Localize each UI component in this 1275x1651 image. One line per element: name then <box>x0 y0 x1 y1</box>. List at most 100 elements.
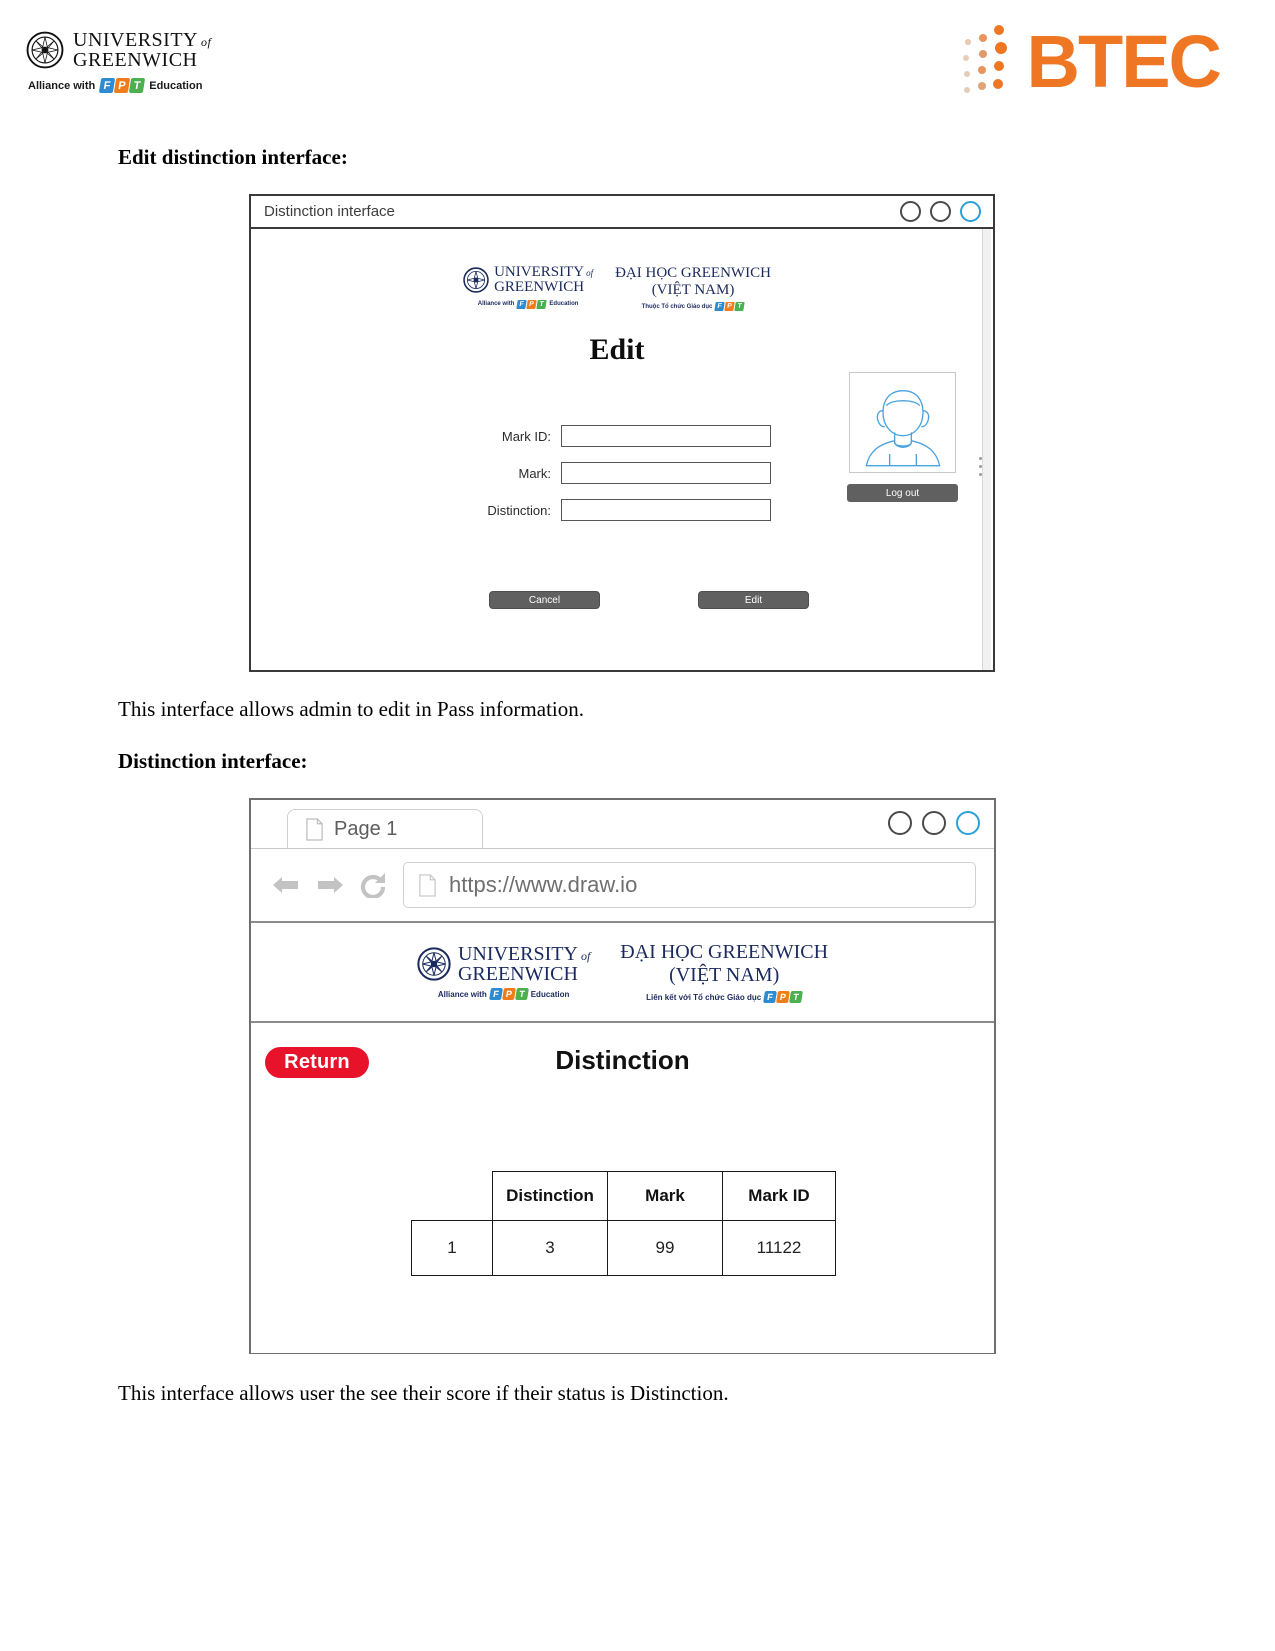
close-button[interactable] <box>960 201 981 222</box>
cancel-button[interactable]: Cancel <box>489 591 600 609</box>
mockup-window-body: UNIVERSITY of GREENWICH Alliance with F … <box>251 229 993 670</box>
page-logo-banner: UNIVERSITY of GREENWICH Alliance with F … <box>251 923 994 1023</box>
edit-form: Mark ID: Mark: Distinction: <box>455 425 771 521</box>
fpt-logo-icon: F P T <box>99 78 146 93</box>
logo-alliance-tagline: Alliance with F P T Education <box>477 299 578 309</box>
fpt-letter-p: P <box>501 988 516 1001</box>
logo-alliance-prefix: Alliance with <box>477 301 515 308</box>
page-header: UNIVERSITY of GREENWICH Alliance with F … <box>0 0 1275 130</box>
fpt-letter-t: T <box>514 988 529 1001</box>
close-button[interactable] <box>956 811 980 835</box>
form-row-mark: Mark: <box>455 462 771 484</box>
fpt-letter-t: T <box>536 299 548 309</box>
alliance-suffix: Education <box>149 79 203 92</box>
window-controls <box>900 201 981 222</box>
banner-university-word: UNIVERSITY <box>457 942 578 965</box>
logo-vn-prefix: Thuộc Tổ chức Giáo dục <box>641 303 713 310</box>
mark-id-input[interactable] <box>561 425 771 447</box>
btec-wordmark: BTEC <box>1026 20 1222 103</box>
logo-vn-line1: ĐẠI HỌC GREENWICH <box>615 265 771 281</box>
maximize-button[interactable] <box>922 811 946 835</box>
back-arrow-icon[interactable] <box>271 872 301 898</box>
resize-grip-icon[interactable] <box>979 457 982 476</box>
edit-submit-button[interactable]: Edit <box>698 591 809 609</box>
mark-input[interactable] <box>561 462 771 484</box>
mark-id-label: Mark ID: <box>501 428 551 444</box>
minimize-button[interactable] <box>888 811 912 835</box>
banner-alliance-tagline: Alliance with F P T Education <box>437 988 570 1001</box>
distinction-mockup-browser: Page 1 https://www.draw.io UNIVERSITY of… <box>249 798 996 1354</box>
distinction-section-caption: This interface allows user the see their… <box>118 1381 729 1405</box>
table-header-mark-id: Mark ID <box>722 1171 836 1221</box>
banner-vn-line1: ĐẠI HỌC GREENWICH <box>620 941 829 963</box>
distinction-table: Distinction Mark Mark ID 1 3 99 11122 <box>411 1171 836 1276</box>
cell-row-index: 1 <box>411 1220 493 1276</box>
form-row-mark-id: Mark ID: <box>455 425 771 447</box>
form-logo-banner: UNIVERSITY of GREENWICH Alliance with F … <box>251 229 983 311</box>
compass-rose-icon <box>26 31 64 69</box>
url-bar[interactable]: https://www.draw.io <box>403 862 976 908</box>
minimize-button[interactable] <box>900 201 921 222</box>
distinction-label: Distinction: <box>487 502 551 518</box>
fpt-logo-icon: F P T <box>763 991 804 1003</box>
url-text: https://www.draw.io <box>449 872 638 897</box>
alliance-tagline: Alliance with F P T Education <box>28 78 211 93</box>
logo-university-word: UNIVERSITY <box>494 264 585 280</box>
compass-rose-icon <box>417 947 451 981</box>
logo-vn-tagline: Thuộc Tổ chức Giáo dục F P T <box>641 302 746 311</box>
table-header-distinction: Distinction <box>492 1171 608 1221</box>
fpt-letter-f: F <box>763 991 778 1003</box>
fpt-letter-t: T <box>734 302 746 311</box>
logo-of-word: of <box>586 268 594 278</box>
distinction-section-heading: Distinction interface: <box>118 749 308 773</box>
user-avatar-icon <box>865 389 940 467</box>
of-word: of <box>201 35 212 49</box>
alliance-prefix: Alliance with <box>28 79 96 92</box>
university-of-greenwich-logo: UNIVERSITY of GREENWICH Alliance with F … <box>26 30 211 93</box>
logo-vn-line2: (VIỆT NAM) <box>651 281 735 298</box>
compass-rose-icon <box>463 267 489 294</box>
table-row: 1 3 99 11122 <box>411 1220 836 1276</box>
avatar <box>849 372 956 473</box>
greenwich-logo-vn: ĐẠI HỌC GREENWICH (VIỆT NAM) Thuộc Tổ ch… <box>615 265 771 311</box>
mark-label: Mark: <box>518 465 552 481</box>
browser-toolbar: https://www.draw.io <box>251 849 994 923</box>
btec-dots-icon <box>962 25 1007 93</box>
form-actions: Cancel Edit <box>489 591 809 609</box>
page-content: Return Distinction Distinction Mark Mark… <box>251 1023 994 1353</box>
fpt-letter-f: F <box>488 988 503 1001</box>
banner-alliance-prefix: Alliance with <box>437 989 487 999</box>
greenwich-word: GREENWICH <box>73 49 198 71</box>
edit-section-heading: Edit distinction interface: <box>118 145 348 169</box>
form-title: Edit <box>589 333 645 366</box>
fpt-logo-icon: F P T <box>488 988 529 1001</box>
browser-window-controls <box>888 811 980 835</box>
banner-vn-line2: (VIỆT NAM) <box>669 964 780 986</box>
fpt-letter-t: T <box>789 991 804 1003</box>
cell-mark-id: 11122 <box>722 1220 836 1276</box>
window-scrollbar[interactable] <box>982 229 991 670</box>
distinction-input[interactable] <box>561 499 771 521</box>
banner-vn-prefix: Liên kết với Tổ chức Giáo dục <box>646 992 762 1002</box>
fpt-letter-p: P <box>114 78 131 93</box>
page-title: Distinction <box>555 1045 690 1075</box>
banner-alliance-suffix: Education <box>530 989 570 999</box>
table-header-row: Distinction Mark Mark ID <box>412 1171 836 1221</box>
edit-distinction-mockup-window: Distinction interface UNIVERSITY of GREE… <box>249 194 995 672</box>
user-sidebar: Log out <box>847 372 958 502</box>
university-word: UNIVERSITY <box>73 29 198 51</box>
table-header-blank <box>412 1172 493 1221</box>
logout-button[interactable]: Log out <box>847 484 958 502</box>
page-icon <box>419 873 436 897</box>
reload-icon[interactable] <box>359 872 389 898</box>
browser-tab-page-1[interactable]: Page 1 <box>287 809 483 848</box>
mockup-window-title: Distinction interface <box>264 203 395 220</box>
fpt-logo-icon: F P T <box>516 299 548 309</box>
form-row-distinction: Distinction: <box>455 499 771 521</box>
browser-tabbar: Page 1 <box>251 800 994 849</box>
maximize-button[interactable] <box>930 201 951 222</box>
cell-distinction: 3 <box>492 1220 608 1276</box>
fpt-letter-t: T <box>129 78 146 93</box>
mockup-window-titlebar: Distinction interface <box>251 196 993 229</box>
forward-arrow-icon[interactable] <box>315 872 345 898</box>
